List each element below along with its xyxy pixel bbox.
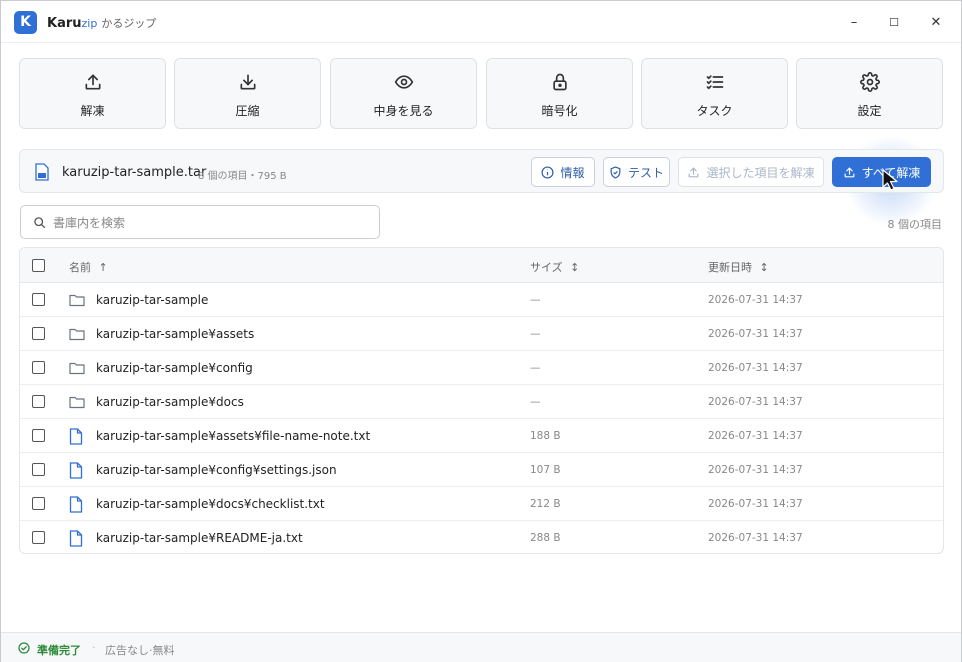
file-name: karuzip-tar-sample¥assets [96,327,255,341]
file-icon [69,530,83,551]
row-checkbox[interactable] [32,531,45,544]
table-row[interactable]: karuzip-tar-sample¥docs — 2026-07-31 14:37 [20,385,943,419]
file-modified: 2026-07-31 14:37 [708,294,803,306]
file-name: karuzip-tar-sample¥assets¥file-name-note… [96,429,371,443]
file-modified: 2026-07-31 14:37 [708,328,803,340]
folder-icon [69,394,85,413]
app-logo: K [14,11,37,34]
file-icon [69,496,83,517]
file-size: 288 B [530,532,561,544]
search-icon [34,217,46,229]
info-icon [541,165,554,179]
info-button[interactable]: 情報 [531,157,595,187]
tasks-tool-button[interactable]: タスク [641,58,788,129]
row-checkbox[interactable] [32,327,45,340]
file-size: — [530,396,541,408]
folder-icon [69,360,85,379]
upload-icon [85,74,100,90]
list-check-icon [706,75,723,90]
archive-info-bar: karuzip-tar-sample.tar 8 個の項目・795 B 情報 テ… [19,149,944,193]
upload-icon [689,167,699,177]
app-window: K Karuzip かるジップ – ☐ ✕ 解凍 圧縮 中身を見る 暗号化 タスク… [0,0,962,662]
file-name: karuzip-tar-sample¥config¥settings.json [96,463,337,477]
row-checkbox[interactable] [32,395,45,408]
table-row[interactable]: karuzip-tar-sample¥assets¥file-name-note… [20,419,943,453]
sort-icon: ↕ [570,261,580,274]
file-name: karuzip-tar-sample¥docs¥checklist.txt [96,497,325,511]
file-size: 212 B [530,498,561,510]
item-count: 8 個の項目 [887,218,943,231]
file-modified: 2026-07-31 14:37 [708,396,803,408]
file-modified: 2026-07-31 14:37 [708,362,803,374]
sort-asc-icon: ↑ [98,261,108,274]
file-size: — [530,294,541,306]
archive-name: karuzip-tar-sample.tar [62,165,207,180]
file-name: karuzip-tar-sample¥docs [96,395,244,409]
status-ready: 準備完了 [37,644,81,657]
row-checkbox[interactable] [32,429,45,442]
file-table: 名前 ↑ サイズ ↕ 更新日時 ↕ karuzip-tar-sample — 202… [19,247,944,554]
file-size: 107 B [530,464,561,476]
search-input[interactable] [53,213,363,233]
column-header-size[interactable]: サイズ ↕ [530,259,579,275]
main-toolbar: 解凍 圧縮 中身を見る 暗号化 タスク 設定 [19,58,944,129]
encrypt-tool-button[interactable]: 暗号化 [486,58,633,129]
row-checkbox[interactable] [32,361,45,374]
table-header: 名前 ↑ サイズ ↕ 更新日時 ↕ [20,248,943,283]
title-bar: K Karuzip かるジップ – ☐ ✕ [1,1,961,43]
folder-icon [69,292,85,311]
extract-selected-button[interactable]: 選択した項目を解凍 [678,157,824,187]
lock-icon [552,73,567,91]
file-name: karuzip-tar-sample¥README-ja.txt [96,531,303,545]
table-row[interactable]: karuzip-tar-sample¥docs¥checklist.txt 212… [20,487,943,521]
file-modified: 2026-07-31 14:37 [708,532,803,544]
mouse-cursor-icon [882,169,898,191]
compress-tool-button[interactable]: 圧縮 [174,58,321,129]
shield-check-icon [610,165,621,179]
status-note: 広告なし·無料 [105,644,175,657]
download-icon [240,74,255,90]
file-name: karuzip-tar-sample¥config [96,361,253,375]
row-checkbox[interactable] [32,293,45,306]
maximize-button[interactable]: ☐ [874,9,914,35]
file-size: — [530,362,541,374]
column-header-modified[interactable]: 更新日時 ↕ [708,259,769,275]
sort-icon: ↕ [759,261,769,274]
app-title: Karuzip かるジップ [47,16,157,31]
gear-icon [859,72,880,92]
view-contents-tool-button[interactable]: 中身を見る [330,58,477,129]
minimize-button[interactable]: – [834,9,874,35]
row-checkbox[interactable] [32,497,45,510]
check-circle-icon [18,642,30,654]
extract-tool-button[interactable]: 解凍 [19,58,166,129]
folder-icon [69,326,85,345]
column-header-name[interactable]: 名前 ↑ [69,259,108,275]
status-bar: 準備完了 · 広告なし·無料 [1,632,961,662]
file-modified: 2026-07-31 14:37 [708,464,803,476]
file-size: — [530,328,541,340]
table-row[interactable]: karuzip-tar-sample¥README-ja.txt 288 B 202… [20,521,943,553]
status-separator: · [92,641,96,654]
table-row[interactable]: karuzip-tar-sample¥assets — 2026-07-31 14:… [20,317,943,351]
file-size: 188 B [530,430,561,442]
table-row[interactable]: karuzip-tar-sample — 2026-07-31 14:37 [20,283,943,317]
file-icon [69,428,83,449]
search-box [20,205,380,239]
test-button[interactable]: テスト [603,157,670,187]
file-icon [69,462,83,483]
row-checkbox[interactable] [32,463,45,476]
file-name: karuzip-tar-sample [96,293,209,307]
settings-tool-button[interactable]: 設定 [796,58,943,129]
archive-file-icon [35,163,49,181]
upload-icon [844,167,855,177]
archive-meta: 8 個の項目・795 B [198,171,287,182]
select-all-checkbox[interactable] [32,259,45,272]
eye-icon [394,75,413,89]
table-row[interactable]: karuzip-tar-sample¥config¥settings.json 1… [20,453,943,487]
file-modified: 2026-07-31 14:37 [708,430,803,442]
close-button[interactable]: ✕ [916,9,956,35]
table-row[interactable]: karuzip-tar-sample¥config — 2026-07-31 14:… [20,351,943,385]
file-modified: 2026-07-31 14:37 [708,498,803,510]
